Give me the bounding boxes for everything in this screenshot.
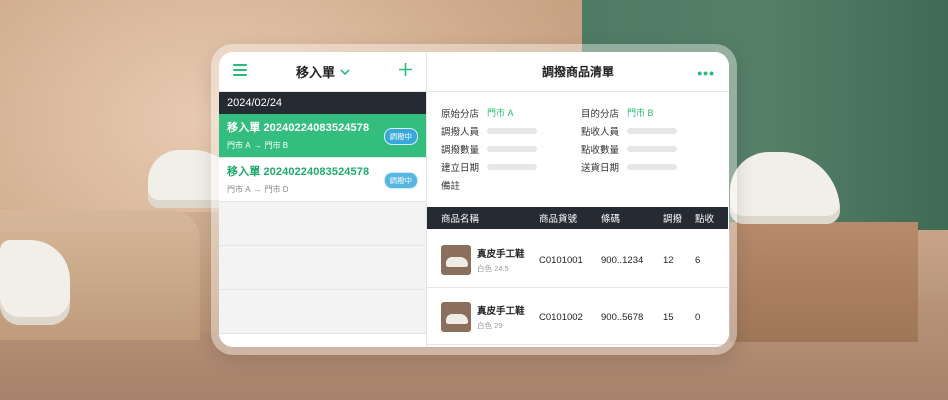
ship-date-label: 送貨日期 <box>581 162 620 174</box>
route-from: 門市 A <box>227 185 251 194</box>
page-title: 調撥商品清單 <box>541 65 614 79</box>
transfer-person-label: 調撥人員 <box>441 126 480 138</box>
dest-store-label: 目的分店 <box>581 108 620 120</box>
order-type-label: 移入單 <box>295 65 335 80</box>
ship-date-row: 送貨日期 <box>581 160 707 174</box>
transfer-qty-row: 調撥數量 <box>441 142 567 156</box>
transfer-qty-cell: 15 <box>663 311 674 323</box>
order-item-2[interactable]: 移入單 20240224083524578 門市 A → 門市 D 調撥中 <box>219 158 426 202</box>
sku-cell: C0101002 <box>539 311 583 323</box>
transfer-qty-cell: 12 <box>663 254 674 266</box>
transfer-person-row: 調撥人員 <box>441 124 567 138</box>
product-variant: 白色 29 <box>477 321 503 330</box>
plus-icon[interactable] <box>398 62 412 81</box>
origin-store-row: 原始分店 門市 A <box>441 106 567 120</box>
dest-store-value: 門市 B <box>627 108 654 118</box>
received-qty-cell: 6 <box>695 254 701 266</box>
col-header-name: 商品名稱 <box>441 214 480 225</box>
product-cell: 真皮手工鞋 白色 24.5 <box>427 245 539 275</box>
col-header-sku: 商品貨號 <box>539 214 578 225</box>
receive-qty-label: 點收數量 <box>581 144 620 156</box>
receive-person-label: 點收人員 <box>581 126 620 138</box>
empty-list-row <box>219 202 426 246</box>
transfer-info: 原始分店 門市 A 目的分店 門市 B 調撥人員 點收人員 調撥數量 點收數量 <box>427 92 729 199</box>
app-window: 移入單 2024/02/24 移入單 20240224083524578 門市 … <box>219 52 729 347</box>
created-date-label: 建立日期 <box>441 162 480 174</box>
receive-person-row: 點收人員 <box>581 124 707 138</box>
empty-list-row <box>219 246 426 290</box>
table-row[interactable]: 真皮手工鞋 白色 24.5 C0101001 900..1234 12 6 <box>427 233 728 288</box>
right-header: 調撥商品清單 ••• <box>427 52 729 92</box>
product-table-header: 商品名稱 商品貨號 條碼 調撥 點收 <box>427 207 728 229</box>
product-name: 真皮手工鞋 <box>477 306 525 317</box>
product-thumbnail <box>441 302 471 332</box>
sku-cell: C0101001 <box>539 254 583 266</box>
date-group-header: 2024/02/24 <box>219 92 426 114</box>
transfer-detail-panel: 調撥商品清單 ••• 原始分店 門市 A 目的分店 門市 B 調撥人員 點收人員… <box>427 52 729 347</box>
order-list-panel: 移入單 2024/02/24 移入單 20240224083524578 門市 … <box>219 52 427 347</box>
menu-icon[interactable] <box>233 63 247 81</box>
col-header-transfer: 調撥 <box>663 214 683 225</box>
dest-store-row: 目的分店 門市 B <box>581 106 707 120</box>
barcode-cell: 900..1234 <box>601 254 644 266</box>
placeholder-bar <box>487 127 537 134</box>
empty-list-row <box>219 290 426 334</box>
product-cell: 真皮手工鞋 白色 29 <box>427 302 539 332</box>
placeholder-bar <box>627 127 677 134</box>
left-header: 移入單 <box>219 52 426 92</box>
created-date-row: 建立日期 <box>441 160 567 174</box>
more-dots-icon[interactable]: ••• <box>697 65 715 81</box>
placeholder-bar <box>627 163 677 170</box>
note-row: 備註 <box>441 178 567 192</box>
note-label: 備註 <box>441 180 461 192</box>
transfer-qty-label: 調撥數量 <box>441 144 480 156</box>
chevron-down-icon <box>340 64 350 79</box>
order-type-selector[interactable]: 移入單 <box>296 62 350 81</box>
placeholder-bar <box>487 163 537 170</box>
origin-store-value: 門市 A <box>487 108 514 118</box>
placeholder-bar <box>487 145 537 152</box>
receive-qty-row: 點收數量 <box>581 142 707 156</box>
product-thumbnail <box>441 245 471 275</box>
route-to: 門市 D <box>264 185 289 194</box>
shoe-image <box>0 240 70 325</box>
product-name: 真皮手工鞋 <box>477 249 525 260</box>
route-to: 門市 B <box>264 141 289 150</box>
status-badge: 調撥中 <box>383 172 418 189</box>
barcode-cell: 900..5678 <box>601 311 644 323</box>
received-qty-cell: 0 <box>695 311 701 323</box>
product-variant: 白色 24.5 <box>477 264 509 273</box>
origin-store-label: 原始分店 <box>441 108 480 120</box>
arrow-right-icon: → <box>253 185 262 194</box>
order-item-1[interactable]: 移入單 20240224083524578 門市 A → 門市 B 調撥中 <box>219 114 426 158</box>
arrow-right-icon: → <box>253 141 262 150</box>
route-from: 門市 A <box>227 141 251 150</box>
table-row[interactable]: 真皮手工鞋 白色 29 C0101002 900..5678 15 0 <box>427 290 728 345</box>
col-header-received: 點收 <box>695 214 715 225</box>
col-header-barcode: 條碼 <box>601 214 621 225</box>
placeholder-bar <box>627 145 677 152</box>
status-badge: 調撥中 <box>383 128 418 145</box>
plinth <box>730 222 918 342</box>
